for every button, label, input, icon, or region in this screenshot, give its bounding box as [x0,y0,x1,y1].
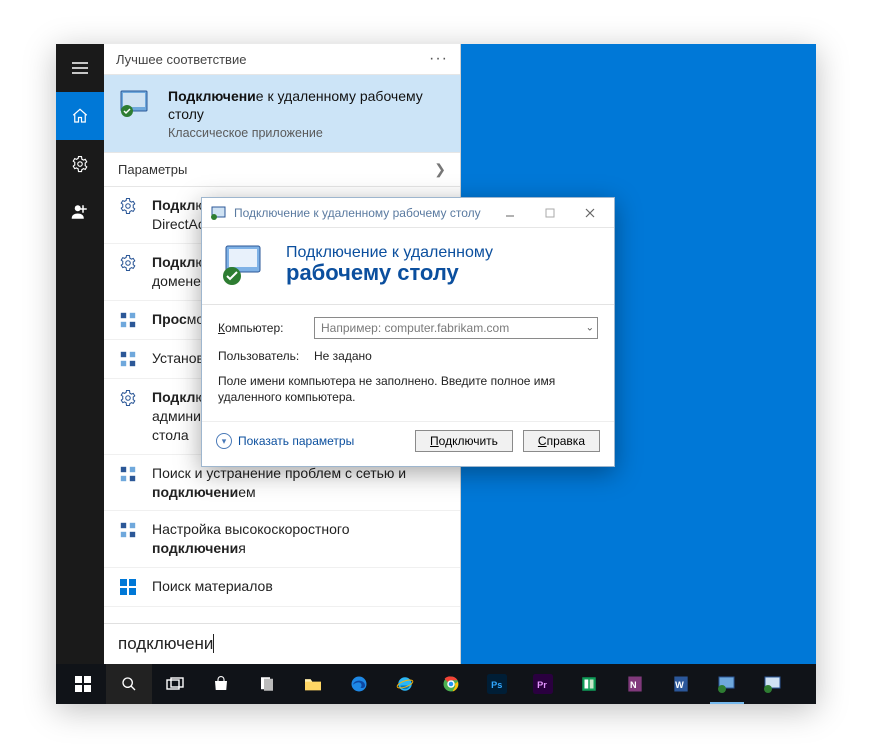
photoshop-icon[interactable]: Ps [474,664,520,704]
settings-item-label: Поиск и устранение проблем с сетью и под… [152,464,446,502]
ie-icon[interactable] [382,664,428,704]
rdp-banner-line2: рабочему столу [286,260,493,286]
edge-icon[interactable] [336,664,382,704]
search-input[interactable]: подключени [104,623,460,664]
settings-item-icon [118,253,138,273]
computer-input[interactable] [314,317,598,339]
best-match-header: Лучшее соответствие ··· [104,44,460,75]
files-icon[interactable] [244,664,290,704]
rdp-app-icon [118,87,154,123]
start-rail [56,44,104,664]
rail-account[interactable] [56,188,104,236]
minimize-button[interactable] [490,198,530,228]
materials-item[interactable]: Поиск материалов [104,568,460,607]
connect-button[interactable]: Подключить [415,430,513,452]
maximize-button[interactable] [530,198,570,228]
settings-item-icon [118,196,138,216]
svg-text:Pr: Pr [537,680,547,690]
best-match-title: Подключение к удаленному рабочему столу [168,87,446,123]
materials-label: Поиск материалов [152,577,273,596]
rail-home[interactable] [56,92,104,140]
chevron-right-icon: ❯ [434,161,446,178]
close-button[interactable] [570,198,610,228]
rdp-title-icon [210,205,228,221]
settings-item[interactable]: Настройка высокоскоростного подключения [104,511,460,568]
hamburger-icon[interactable] [56,44,104,92]
settings-item-icon [118,310,138,330]
windows-logo-icon [118,577,138,597]
rdp-title-text: Подключение к удаленному рабочему столу [234,206,481,220]
best-match-subtitle: Классическое приложение [168,126,446,140]
taskbar-search[interactable] [106,664,152,704]
word-icon[interactable]: W [658,664,704,704]
taskbar: Ps Pr N W [56,664,816,704]
show-params-toggle[interactable]: ▾ Показать параметры [216,433,354,449]
rdp-taskbar-active[interactable] [704,664,750,704]
best-match-result[interactable]: Подключение к удаленному рабочему столу … [104,75,460,153]
best-match-label: Лучшее соответствие [116,52,246,67]
help-button[interactable]: Справка [523,430,600,452]
rdp-taskbar-icon[interactable] [750,664,796,704]
premiere-icon[interactable]: Pr [520,664,566,704]
settings-item-label: Настройка высокоскоростного подключения [152,520,446,558]
settings-item-icon [118,520,138,540]
params-section-header[interactable]: Параметры ❯ [104,153,460,187]
settings-item-icon [118,464,138,484]
settings-item-icon [118,388,138,408]
start-button[interactable] [60,664,106,704]
user-label: Пользователь: [218,349,300,363]
store-icon[interactable] [198,664,244,704]
user-value: Не задано [314,349,372,363]
explorer-icon[interactable] [290,664,336,704]
rdp-banner-icon [220,242,268,288]
svg-text:W: W [675,680,684,690]
taskview-button[interactable] [152,664,198,704]
app-icon[interactable] [566,664,612,704]
rail-settings[interactable] [56,140,104,188]
rdp-dialog: Подключение к удаленному рабочему столу … [201,197,615,467]
rdp-titlebar[interactable]: Подключение к удаленному рабочему столу [202,198,614,228]
rdp-banner: Подключение к удаленному рабочему столу [202,228,614,305]
computer-label: Компьютер: [218,321,300,335]
svg-text:Ps: Ps [491,680,502,690]
settings-item-icon [118,349,138,369]
svg-text:N: N [630,680,637,690]
expand-icon: ▾ [216,433,232,449]
chrome-icon[interactable] [428,664,474,704]
onenote-icon[interactable]: N [612,664,658,704]
rdp-note: Поле имени компьютера не заполнено. Введ… [218,373,598,405]
more-icon[interactable]: ··· [429,50,448,68]
